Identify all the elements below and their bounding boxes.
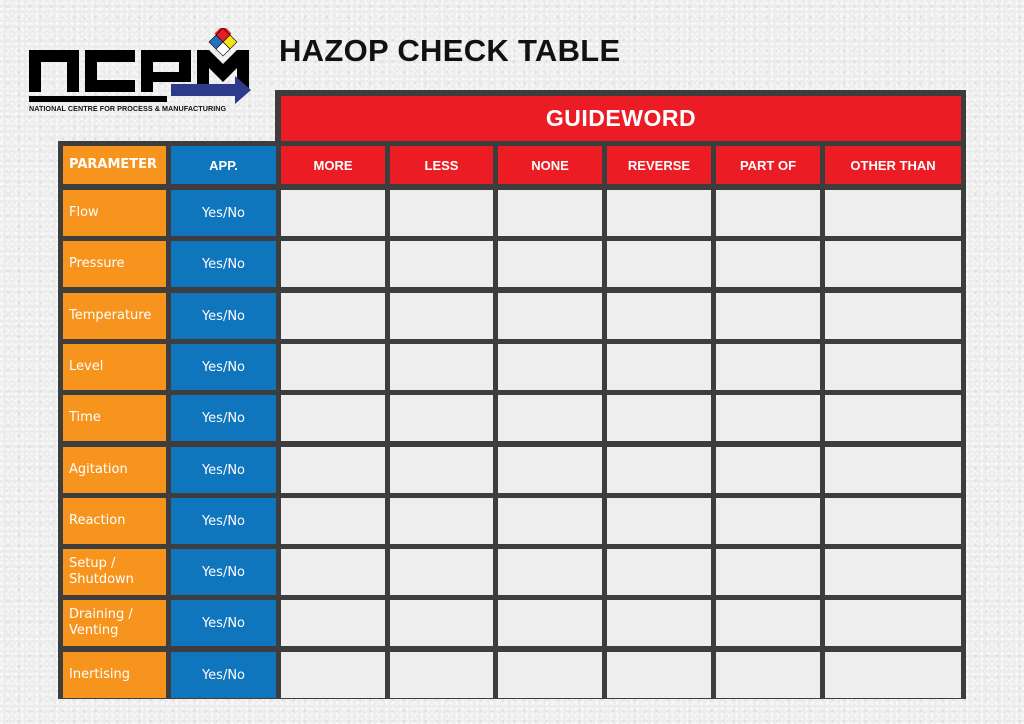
guideword-less: LESS — [390, 146, 493, 184]
check-cell-none[interactable] — [498, 652, 602, 698]
check-cell-more[interactable] — [281, 447, 385, 493]
applicability-cell[interactable]: Yes/No — [171, 652, 276, 698]
check-cell-less[interactable] — [390, 344, 493, 390]
check-cell-reverse[interactable] — [607, 600, 711, 646]
parameter-header: PARAMETER — [63, 146, 166, 184]
check-cell-other-than[interactable] — [825, 549, 961, 595]
check-cell-more[interactable] — [281, 293, 385, 339]
check-cell-none[interactable] — [498, 190, 602, 236]
check-cell-part-of[interactable] — [716, 395, 820, 441]
check-cell-other-than[interactable] — [825, 600, 961, 646]
check-cell-other-than[interactable] — [825, 190, 961, 236]
check-cell-none[interactable] — [498, 447, 602, 493]
check-cell-reverse[interactable] — [607, 190, 711, 236]
check-cell-more[interactable] — [281, 395, 385, 441]
check-cell-part-of[interactable] — [716, 190, 820, 236]
applicability-cell[interactable]: Yes/No — [171, 293, 276, 339]
check-cell-none[interactable] — [498, 241, 602, 287]
guideword-part-of: PART OF — [716, 146, 820, 184]
check-cell-more[interactable] — [281, 600, 385, 646]
check-cell-less[interactable] — [390, 395, 493, 441]
guideword-none: NONE — [498, 146, 602, 184]
check-cell-less[interactable] — [390, 447, 493, 493]
check-cell-part-of[interactable] — [716, 344, 820, 390]
parameter-cell: Level — [63, 344, 166, 390]
check-cell-less[interactable] — [390, 293, 493, 339]
check-cell-none[interactable] — [498, 344, 602, 390]
check-cell-other-than[interactable] — [825, 498, 961, 544]
applicability-cell[interactable]: Yes/No — [171, 190, 276, 236]
check-cell-reverse[interactable] — [607, 652, 711, 698]
check-cell-other-than[interactable] — [825, 652, 961, 698]
check-cell-part-of[interactable] — [716, 652, 820, 698]
applicability-cell[interactable]: Yes/No — [171, 498, 276, 544]
check-cell-more[interactable] — [281, 344, 385, 390]
check-cell-reverse[interactable] — [607, 395, 711, 441]
parameter-cell: Pressure — [63, 241, 166, 287]
app-header: APP. — [171, 146, 276, 184]
check-cell-reverse[interactable] — [607, 498, 711, 544]
guideword-more: MORE — [281, 146, 385, 184]
check-cell-more[interactable] — [281, 241, 385, 287]
applicability-cell[interactable]: Yes/No — [171, 600, 276, 646]
check-cell-other-than[interactable] — [825, 293, 961, 339]
check-cell-reverse[interactable] — [607, 447, 711, 493]
check-cell-part-of[interactable] — [716, 549, 820, 595]
check-cell-other-than[interactable] — [825, 344, 961, 390]
check-cell-part-of[interactable] — [716, 293, 820, 339]
check-cell-part-of[interactable] — [716, 498, 820, 544]
applicability-cell[interactable]: Yes/No — [171, 344, 276, 390]
check-cell-less[interactable] — [390, 498, 493, 544]
parameter-cell: Temperature — [63, 293, 166, 339]
parameter-cell: Inertising — [63, 652, 166, 698]
check-cell-more[interactable] — [281, 190, 385, 236]
applicability-cell[interactable]: Yes/No — [171, 447, 276, 493]
check-cell-other-than[interactable] — [825, 447, 961, 493]
check-cell-less[interactable] — [390, 652, 493, 698]
parameter-cell: Draining / Venting — [63, 600, 166, 646]
check-cell-less[interactable] — [390, 190, 493, 236]
check-cell-none[interactable] — [498, 549, 602, 595]
check-cell-other-than[interactable] — [825, 241, 961, 287]
check-cell-reverse[interactable] — [607, 241, 711, 287]
applicability-cell[interactable]: Yes/No — [171, 395, 276, 441]
check-cell-part-of[interactable] — [716, 600, 820, 646]
ncpm-logo: NATIONAL CENTRE FOR PROCESS & MANUFACTUR… — [27, 25, 257, 116]
check-cell-reverse[interactable] — [607, 344, 711, 390]
parameter-cell: Time — [63, 395, 166, 441]
check-cell-none[interactable] — [498, 600, 602, 646]
check-cell-more[interactable] — [281, 652, 385, 698]
logo-tagline: NATIONAL CENTRE FOR PROCESS & MANUFACTUR… — [29, 104, 227, 113]
guideword-reverse: REVERSE — [607, 146, 711, 184]
parameter-cell: Flow — [63, 190, 166, 236]
check-cell-part-of[interactable] — [716, 241, 820, 287]
parameter-cell: Agitation — [63, 447, 166, 493]
check-cell-more[interactable] — [281, 498, 385, 544]
guideword-header: GUIDEWORD — [281, 96, 961, 141]
check-cell-none[interactable] — [498, 395, 602, 441]
check-cell-reverse[interactable] — [607, 293, 711, 339]
check-cell-reverse[interactable] — [607, 549, 711, 595]
check-cell-none[interactable] — [498, 293, 602, 339]
page-title: HAZOP CHECK TABLE — [279, 33, 621, 68]
applicability-cell[interactable]: Yes/No — [171, 241, 276, 287]
parameter-cell: Setup / Shutdown — [63, 549, 166, 595]
guideword-other-than: OTHER THAN — [825, 146, 961, 184]
ncpm-logo-mark — [29, 25, 251, 104]
check-cell-less[interactable] — [390, 600, 493, 646]
applicability-cell[interactable]: Yes/No — [171, 549, 276, 595]
parameter-cell: Reaction — [63, 498, 166, 544]
check-cell-other-than[interactable] — [825, 395, 961, 441]
check-cell-less[interactable] — [390, 549, 493, 595]
check-cell-part-of[interactable] — [716, 447, 820, 493]
check-cell-more[interactable] — [281, 549, 385, 595]
check-cell-less[interactable] — [390, 241, 493, 287]
check-cell-none[interactable] — [498, 498, 602, 544]
